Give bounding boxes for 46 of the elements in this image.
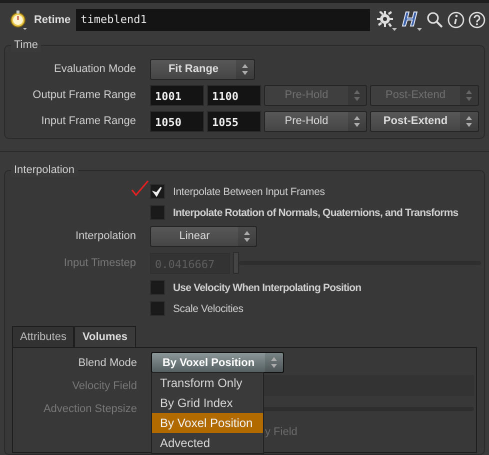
help-icon[interactable] <box>468 11 486 29</box>
spinner-arrows-icon <box>243 230 251 242</box>
number-field[interactable]: 1055 <box>207 110 261 132</box>
dropdown-menu[interactable]: By Voxel Position <box>151 352 284 373</box>
node-name-field[interactable]: timeblend1 <box>76 9 370 31</box>
tab[interactable]: Attributes <box>12 326 74 347</box>
settings-icon[interactable] <box>376 9 398 31</box>
dropdown-menu[interactable]: Pre-Hold <box>264 110 367 132</box>
node-type-label: Retime <box>34 14 71 26</box>
stopwatch-icon[interactable] <box>9 9 29 31</box>
menu-item[interactable]: By Voxel Position <box>152 413 263 433</box>
group-title: Interpolation <box>11 163 78 177</box>
checkbox[interactable] <box>150 301 165 316</box>
parameter-label: Interpolation <box>74 230 137 242</box>
spinner-arrows-icon <box>353 114 361 128</box>
checkbox-label: Scale Velocities <box>173 302 244 314</box>
info-icon[interactable] <box>447 11 466 29</box>
spinner-arrows-icon <box>465 114 473 128</box>
checkbox-label: Interpolate Rotation of Normals, Quaternions, and Transforms <box>173 206 458 218</box>
checkbox[interactable] <box>150 280 165 295</box>
check-mark-icon <box>130 179 150 197</box>
spinner-arrows-icon <box>353 88 361 102</box>
dropdown-menu[interactable]: Linear <box>150 226 257 246</box>
parameter-label: Evaluation Mode <box>53 63 137 75</box>
menu-item[interactable]: Transform Only <box>152 373 263 393</box>
parameter-label: Velocity Field <box>71 380 138 392</box>
spinner-arrows-icon <box>465 88 473 102</box>
h-logo-icon[interactable] <box>401 9 424 31</box>
parameter-label: Output Frame Range <box>32 89 137 101</box>
parameter-label: Blend Mode <box>77 356 138 368</box>
spinner-arrows-icon <box>241 62 249 76</box>
tab[interactable]: Volumes <box>74 326 136 347</box>
dropdown-menu[interactable]: Fit Range <box>150 58 255 80</box>
dropdown-menu[interactable]: Post-Extend <box>370 110 479 132</box>
checkbox[interactable] <box>150 205 165 220</box>
parameter-label: Input Timestep <box>62 257 137 269</box>
checkbox[interactable] <box>150 184 165 199</box>
parameter-label: Input Frame Range <box>40 115 137 127</box>
menu-item[interactable]: By Grid Index <box>152 393 263 413</box>
spinner-arrows-icon <box>270 356 278 369</box>
checkbox-label: Interpolate Between Input Frames <box>173 186 325 198</box>
menu-item[interactable]: Advected <box>152 433 263 453</box>
checkbox-label: Use Velocity When Interpolating Position <box>173 282 362 294</box>
parameter-label: Advection Stepsize <box>42 402 138 414</box>
search-icon[interactable] <box>426 11 444 29</box>
number-field[interactable]: 1050 <box>150 110 204 132</box>
